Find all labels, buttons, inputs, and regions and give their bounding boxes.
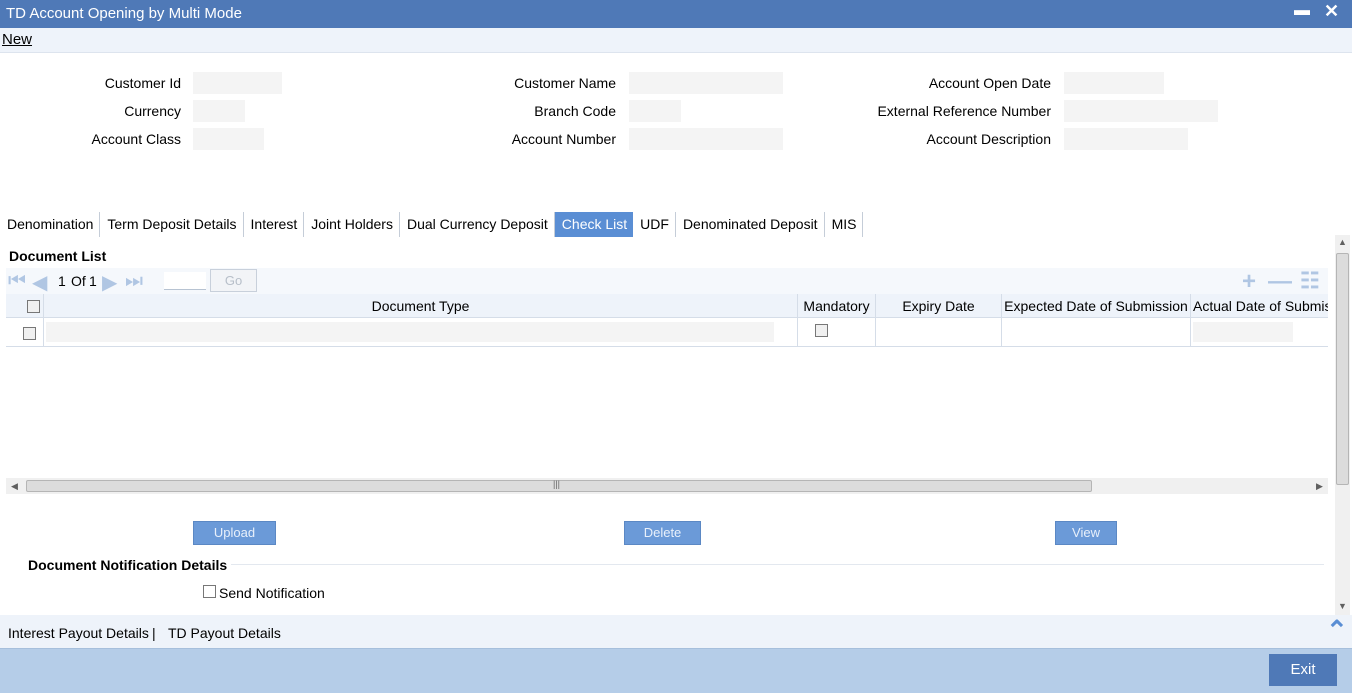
select-all-checkbox[interactable] <box>27 300 40 313</box>
col-document-type: Document Type <box>44 294 798 318</box>
account-description-input[interactable] <box>1064 128 1188 150</box>
grid-header: Document Type Mandatory Expiry Date Expe… <box>6 294 1328 318</box>
col-expiry-date: Expiry Date <box>876 294 1002 318</box>
expected-date-cell[interactable] <box>1002 318 1191 347</box>
currency-input[interactable] <box>193 100 245 122</box>
customer-id-label: Customer Id <box>104 75 181 91</box>
document-list-title: Document List <box>9 248 107 264</box>
tab-check-list[interactable]: Check List <box>554 212 634 237</box>
currency-label: Currency <box>124 103 181 119</box>
col-actual-date: Actual Date of Submission <box>1193 298 1328 314</box>
link-separator: | <box>152 625 156 641</box>
notification-title: Document Notification Details <box>28 557 232 573</box>
external-reference-label: External Reference Number <box>877 103 1051 119</box>
branch-code-label: Branch Code <box>534 103 616 119</box>
account-open-date-input[interactable] <box>1064 72 1164 94</box>
vertical-scroll-thumb[interactable] <box>1336 253 1349 485</box>
horizontal-scrollbar[interactable]: ◀ ||| ▶ <box>6 478 1328 494</box>
go-button[interactable]: Go <box>210 269 257 292</box>
upload-button[interactable]: Upload <box>193 521 276 545</box>
first-page-icon[interactable]: ⏮ <box>8 270 26 293</box>
row-select-checkbox[interactable] <box>23 327 36 340</box>
of-label: Of <box>71 273 86 289</box>
send-notification-label: Send Notification <box>219 585 325 601</box>
bottom-bar: Exit <box>0 648 1352 693</box>
last-page-icon[interactable]: ⏭ <box>125 270 143 293</box>
scroll-down-icon[interactable]: ▼ <box>1338 601 1347 611</box>
exit-button[interactable]: Exit <box>1269 654 1337 686</box>
current-page: 1 <box>58 273 66 289</box>
horizontal-scroll-thumb[interactable]: ||| <box>26 479 1092 492</box>
tab-term-deposit-details[interactable]: Term Deposit Details <box>100 212 244 237</box>
customer-name-label: Customer Name <box>514 75 616 91</box>
scroll-up-icon[interactable]: ▲ <box>1338 237 1347 247</box>
interest-payout-link[interactable]: Interest Payout Details <box>8 625 149 641</box>
account-class-input[interactable] <box>193 128 264 150</box>
title-bar: TD Account Opening by Multi Mode ▬ ✕ <box>0 0 1352 28</box>
single-view-icon[interactable]: ☷ <box>1300 268 1320 294</box>
tab-joint-holders[interactable]: Joint Holders <box>304 212 400 237</box>
scroll-top-icon[interactable]: ⌃ <box>1326 615 1348 646</box>
notification-divider <box>218 564 1324 565</box>
table-row <box>6 318 1328 347</box>
col-mandatory: Mandatory <box>798 294 876 318</box>
tab-mis[interactable]: MIS <box>825 212 864 237</box>
expiry-date-cell[interactable] <box>876 318 1002 347</box>
close-icon[interactable]: ✕ <box>1324 1 1339 22</box>
customer-name-input[interactable] <box>629 72 783 94</box>
actual-date-input[interactable] <box>1193 322 1293 342</box>
send-notification-checkbox[interactable] <box>203 585 216 598</box>
mandatory-checkbox[interactable] <box>815 324 828 337</box>
td-payout-link[interactable]: TD Payout Details <box>168 625 281 641</box>
delete-button[interactable]: Delete <box>624 521 701 545</box>
prev-page-icon[interactable]: ◀ <box>32 270 47 295</box>
account-number-input[interactable] <box>629 128 783 150</box>
document-grid: Document Type Mandatory Expiry Date Expe… <box>6 294 1328 480</box>
customer-id-input[interactable] <box>193 72 282 94</box>
page-number-input[interactable] <box>164 272 206 290</box>
new-link[interactable]: New <box>2 31 32 48</box>
add-row-icon[interactable]: + <box>1242 268 1256 296</box>
tab-strip: Denomination Term Deposit Details Intere… <box>0 212 864 238</box>
delete-row-icon[interactable]: — <box>1268 268 1292 296</box>
header-select <box>6 294 44 318</box>
col-expected-date: Expected Date of Submission <box>1002 294 1191 318</box>
external-reference-input[interactable] <box>1064 100 1218 122</box>
branch-code-input[interactable] <box>629 100 681 122</box>
account-description-label: Account Description <box>926 131 1051 147</box>
account-open-date-label: Account Open Date <box>928 75 1051 91</box>
scroll-right-icon[interactable]: ▶ <box>1316 481 1323 492</box>
total-pages: 1 <box>89 273 97 289</box>
footer-links-bar: Interest Payout Details | TD Payout Deta… <box>0 615 1352 648</box>
next-page-icon[interactable]: ▶ <box>102 270 117 295</box>
grid-toolbar: ⏮ ◀ 1 Of 1 ▶ ⏭ Go + — ☷ <box>6 268 1328 296</box>
tab-dual-currency-deposit[interactable]: Dual Currency Deposit <box>400 212 555 237</box>
tab-udf[interactable]: UDF <box>633 212 676 237</box>
document-type-input[interactable] <box>46 322 774 342</box>
window-title: TD Account Opening by Multi Mode <box>6 5 242 22</box>
tab-interest[interactable]: Interest <box>244 212 305 237</box>
vertical-scrollbar[interactable]: ▲ ▼ <box>1335 235 1350 615</box>
view-button[interactable]: View <box>1055 521 1117 545</box>
tab-denominated-deposit[interactable]: Denominated Deposit <box>676 212 825 237</box>
minimize-icon[interactable]: ▬ <box>1294 2 1310 20</box>
tab-denomination[interactable]: Denomination <box>0 212 101 237</box>
menu-bar: New <box>0 28 1352 53</box>
account-class-label: Account Class <box>91 131 181 147</box>
account-number-label: Account Number <box>511 131 616 147</box>
scroll-left-icon[interactable]: ◀ <box>11 481 18 492</box>
